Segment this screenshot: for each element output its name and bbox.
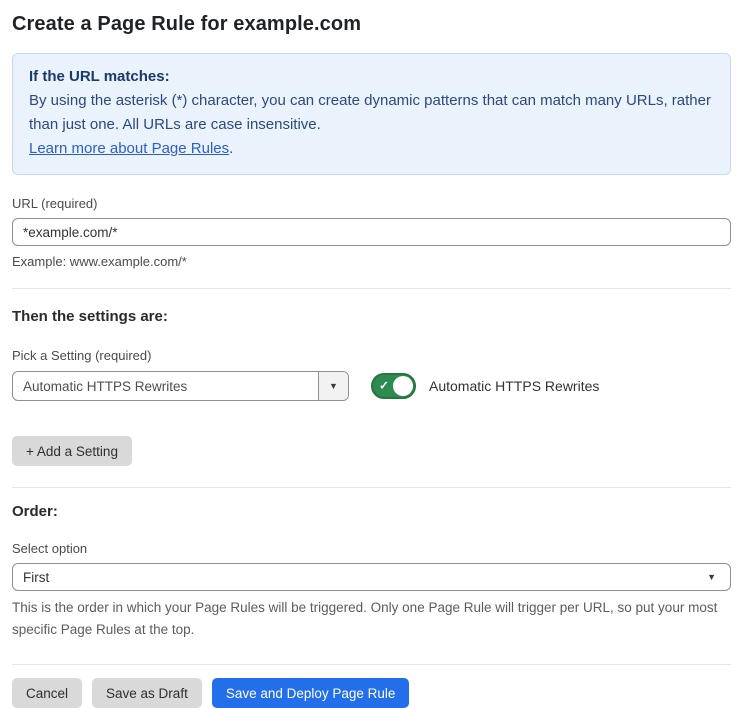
save-and-deploy-button[interactable]: Save and Deploy Page Rule bbox=[211, 678, 410, 708]
page-title: Create a Page Rule for example.com bbox=[12, 13, 362, 35]
order-select-value: First bbox=[23, 569, 50, 585]
setting-row: Automatic HTTPS Rewrites ▼ ✓ Automatic H… bbox=[12, 371, 731, 401]
cancel-button[interactable]: Cancel bbox=[12, 678, 83, 708]
order-select-label: Select option bbox=[12, 541, 88, 556]
setting-toggle-label: Automatic HTTPS Rewrites bbox=[429, 378, 600, 394]
save-as-draft-button[interactable]: Save as Draft bbox=[92, 678, 202, 708]
info-box-link-line: Learn more about Page Rules. bbox=[29, 137, 714, 161]
setting-select-dropdown-button[interactable]: ▼ bbox=[318, 372, 348, 400]
caret-down-icon: ▼ bbox=[707, 572, 716, 582]
pick-setting-label: Pick a Setting (required) bbox=[12, 348, 152, 363]
info-box-body: By using the asterisk (*) character, you… bbox=[29, 92, 711, 133]
setting-select[interactable]: Automatic HTTPS Rewrites ▼ bbox=[12, 371, 349, 401]
divider bbox=[12, 487, 731, 488]
toggle-knob bbox=[393, 376, 413, 396]
order-helper-text: This is the order in which your Page Rul… bbox=[12, 600, 718, 637]
url-field-label: URL (required) bbox=[12, 196, 98, 211]
url-input[interactable] bbox=[12, 218, 731, 246]
add-setting-button[interactable]: + Add a Setting bbox=[12, 436, 132, 466]
create-page-rule-form: Create a Page Rule for example.com If th… bbox=[0, 0, 743, 708]
check-icon: ✓ bbox=[379, 378, 390, 393]
footer-button-row: Cancel Save as Draft Save and Deploy Pag… bbox=[12, 678, 731, 708]
url-field-helper: Example: www.example.com/* bbox=[12, 254, 187, 269]
setting-toggle[interactable]: ✓ bbox=[371, 373, 416, 399]
settings-section-heading: Then the settings are: bbox=[12, 308, 168, 325]
info-box-heading: If the URL matches: bbox=[29, 68, 170, 85]
link-suffix: . bbox=[229, 140, 234, 157]
setting-select-value: Automatic HTTPS Rewrites bbox=[23, 378, 188, 394]
order-section-heading: Order: bbox=[12, 503, 58, 520]
url-matches-info-box: If the URL matches: By using the asteris… bbox=[12, 53, 731, 175]
caret-down-icon: ▼ bbox=[329, 381, 338, 391]
order-select[interactable]: First ▼ bbox=[12, 563, 731, 591]
divider bbox=[12, 288, 731, 289]
learn-more-link[interactable]: Learn more about Page Rules bbox=[29, 140, 229, 157]
divider bbox=[12, 664, 731, 665]
